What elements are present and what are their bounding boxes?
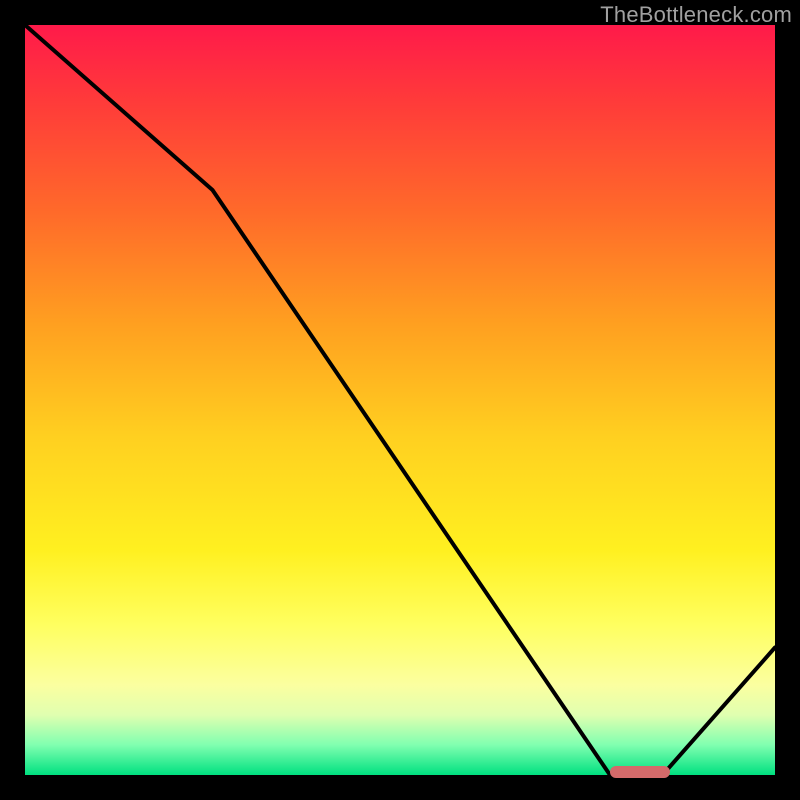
watermark-text: TheBottleneck.com [600, 2, 792, 28]
plot-area [25, 25, 775, 775]
curve-path [25, 25, 775, 775]
optimal-range-marker [610, 766, 670, 778]
chart-container: TheBottleneck.com [0, 0, 800, 800]
bottleneck-line [25, 25, 775, 775]
